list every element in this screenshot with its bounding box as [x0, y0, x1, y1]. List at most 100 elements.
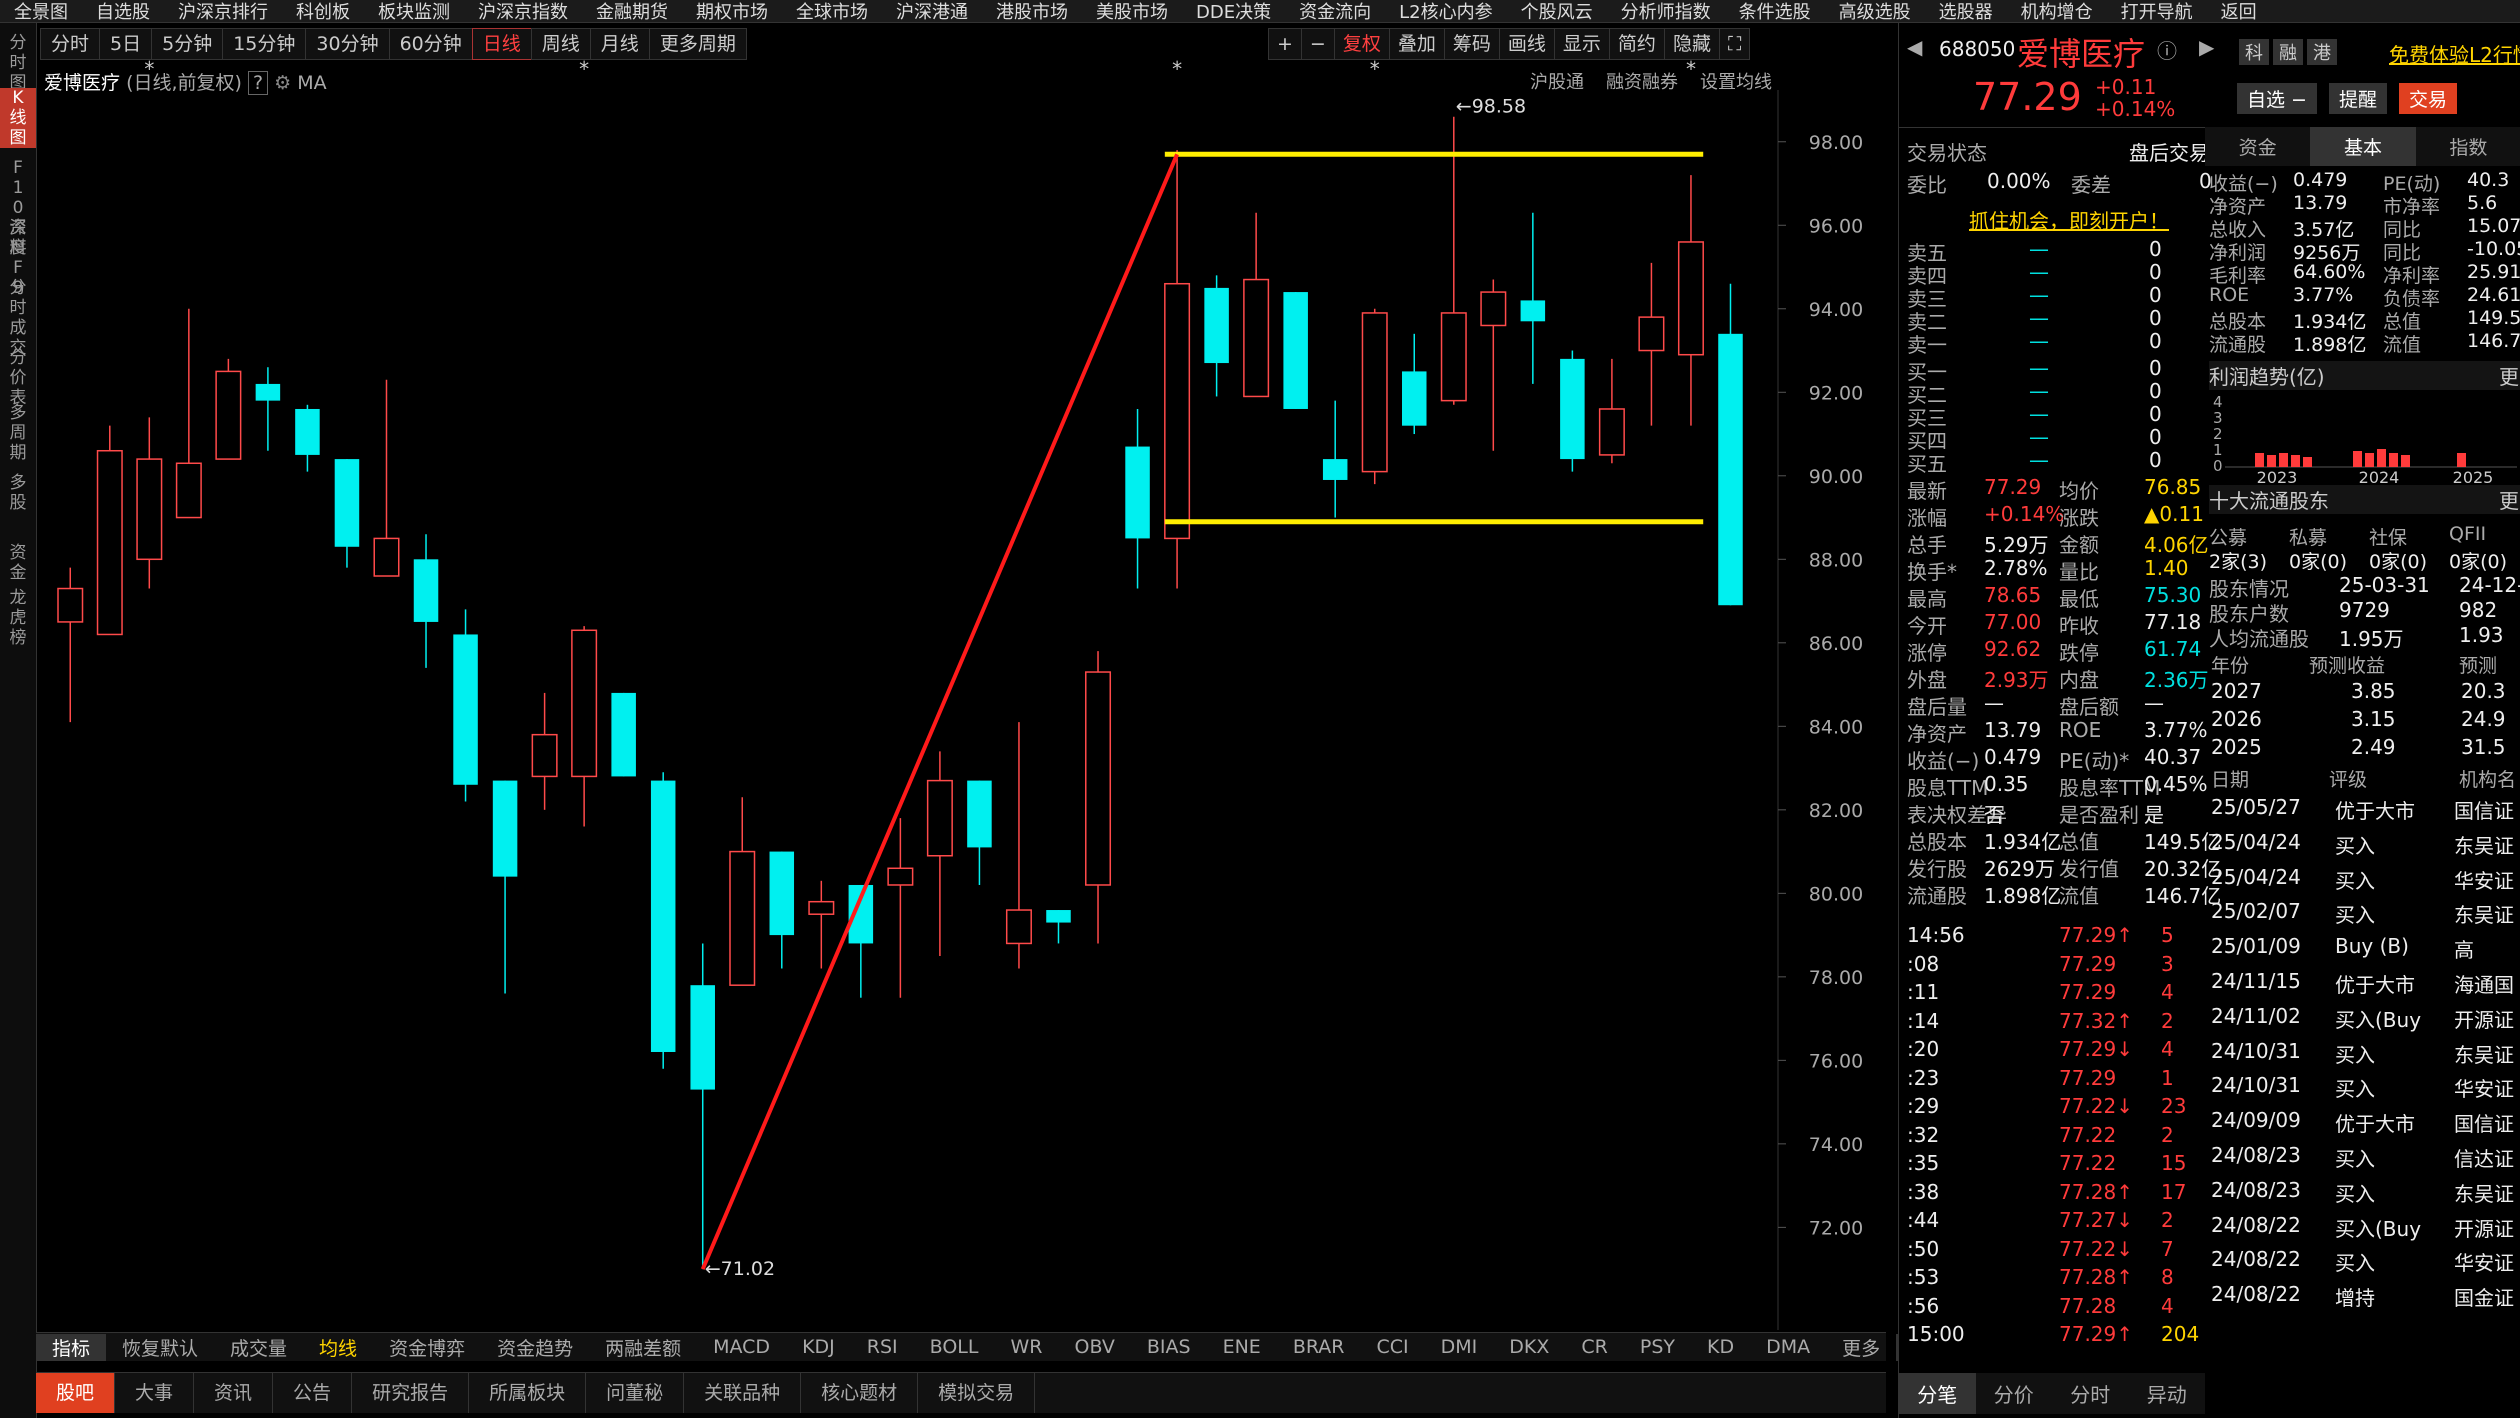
period-2[interactable]: 5分钟	[151, 28, 224, 60]
period-9[interactable]: 更多周期	[648, 28, 747, 60]
top-menu-item-3[interactable]: 科创板	[282, 0, 364, 24]
period-8[interactable]: 月线	[589, 28, 650, 60]
indicator-tab-17[interactable]: DMI	[1425, 1336, 1494, 1358]
fund-tab-2[interactable]: 指数	[2415, 127, 2520, 166]
top-menu-item-13[interactable]: 资金流向	[1285, 0, 1385, 24]
period-0[interactable]: 分时	[40, 28, 101, 60]
left-tab-4[interactable]: 分时成交	[0, 278, 36, 358]
top-menu-item-11[interactable]: 美股市场	[1082, 0, 1182, 24]
open-account-link[interactable]: 抓住机会，即刻开户！	[1969, 205, 2169, 234]
top-menu-item-6[interactable]: 金融期货	[582, 0, 682, 24]
toolbar-btn-3[interactable]: 叠加	[1388, 28, 1445, 60]
indicator-tab-7[interactable]: MACD	[697, 1336, 786, 1358]
info-tab-1[interactable]: 大事	[115, 1373, 195, 1413]
toolbar-btn-7[interactable]: 简约	[1608, 28, 1665, 60]
tick-tab-3[interactable]: 异动	[2128, 1373, 2205, 1414]
top-menu-item-16[interactable]: 分析师指数	[1607, 0, 1725, 24]
indicator-tab-18[interactable]: DKX	[1493, 1336, 1565, 1358]
tick-tab-2[interactable]: 分时	[2052, 1373, 2129, 1414]
left-tab-5[interactable]: 分价表	[0, 348, 36, 408]
info-tab-5[interactable]: 所属板块	[469, 1373, 587, 1413]
top-menu-item-20[interactable]: 机构增仓	[2007, 0, 2107, 24]
top-menu-item-0[interactable]: 全景图	[0, 0, 82, 24]
period-7[interactable]: 周线	[530, 28, 591, 60]
profit-more-link[interactable]: 更	[2499, 361, 2519, 390]
toolbar-btn-2[interactable]: 复权	[1333, 28, 1390, 60]
indicator-tab-20[interactable]: PSY	[1624, 1336, 1691, 1358]
left-tab-9[interactable]: 龙虎榜	[0, 588, 36, 648]
top-menu-item-9[interactable]: 沪深港通	[882, 0, 982, 24]
promo-link[interactable]: 免费体验L2行情	[2389, 39, 2520, 68]
info-tab-6[interactable]: 问董秘	[586, 1373, 685, 1413]
holders-more-link[interactable]: 更	[2499, 485, 2519, 514]
indicator-tab-8[interactable]: KDJ	[786, 1336, 851, 1358]
toolbar-btn-5[interactable]: 画线	[1498, 28, 1555, 60]
left-tab-6[interactable]: 多周期	[0, 403, 36, 463]
panel-btn-1[interactable]: 提醒	[2328, 83, 2387, 114]
top-menu-item-2[interactable]: 沪深京排行	[164, 0, 282, 24]
top-menu-item-22[interactable]: 返回	[2207, 0, 2271, 24]
top-menu-item-5[interactable]: 沪深京指数	[464, 0, 582, 24]
top-menu-item-21[interactable]: 打开导航	[2107, 0, 2207, 24]
info-tab-0[interactable]: 股吧	[36, 1373, 116, 1413]
info-tab-2[interactable]: 资讯	[194, 1373, 274, 1413]
indicator-tab-13[interactable]: BIAS	[1131, 1336, 1207, 1358]
indicator-tab-2[interactable]: 成交量	[214, 1334, 303, 1361]
top-menu-item-1[interactable]: 自选股	[82, 0, 164, 24]
period-4[interactable]: 30分钟	[305, 28, 390, 60]
left-tab-1[interactable]: K线图	[0, 88, 36, 148]
info-tab-3[interactable]: 公告	[273, 1373, 353, 1413]
top-menu-item-18[interactable]: 高级选股	[1825, 0, 1925, 24]
indicator-tab-6[interactable]: 两融差额	[589, 1334, 697, 1361]
info-tab-4[interactable]: 研究报告	[352, 1373, 470, 1413]
top-menu-item-4[interactable]: 板块监测	[364, 0, 464, 24]
info-tab-7[interactable]: 关联品种	[684, 1373, 802, 1413]
top-menu-item-7[interactable]: 期权市场	[682, 0, 782, 24]
info-icon[interactable]: ⓘ	[2157, 35, 2177, 64]
indicator-tab-14[interactable]: ENE	[1207, 1336, 1277, 1358]
toolbar-btn-4[interactable]: 筹码	[1443, 28, 1500, 60]
toolbar-btn-6[interactable]: 显示	[1553, 28, 1610, 60]
prev-stock-icon[interactable]: ◀	[1907, 35, 1922, 59]
left-tab-8[interactable]: 资金	[0, 543, 36, 583]
indicator-tab-12[interactable]: OBV	[1058, 1336, 1130, 1358]
period-6[interactable]: 日线	[471, 28, 532, 60]
period-5[interactable]: 60分钟	[388, 28, 473, 60]
toolbar-btn-8[interactable]: 隐藏	[1663, 28, 1720, 60]
tick-tab-0[interactable]: 分笔	[1899, 1373, 1976, 1414]
top-menu-item-8[interactable]: 全球市场	[782, 0, 882, 24]
indicator-tab-16[interactable]: CCI	[1361, 1336, 1425, 1358]
top-menu-item-15[interactable]: 个股风云	[1507, 0, 1607, 24]
next-stock-icon[interactable]: ▶	[2199, 35, 2214, 59]
fund-tab-0[interactable]: 资金	[2205, 127, 2311, 166]
indicator-tab-4[interactable]: 资金博弈	[373, 1334, 481, 1361]
top-menu-item-10[interactable]: 港股市场	[982, 0, 1082, 24]
info-tab-9[interactable]: 模拟交易	[918, 1373, 1036, 1413]
top-menu-item-14[interactable]: L2核心内参	[1385, 0, 1506, 24]
top-menu-item-12[interactable]: DDE决策	[1182, 0, 1285, 24]
indicator-tab-15[interactable]: BRAR	[1277, 1336, 1361, 1358]
fund-tab-1[interactable]: 基本	[2310, 127, 2416, 166]
indicator-tab-0[interactable]: 指标	[36, 1333, 107, 1361]
panel-btn-0[interactable]: 自选 −	[2237, 83, 2317, 114]
left-tab-7[interactable]: 多股	[0, 473, 36, 513]
tick-tab-1[interactable]: 分价	[1975, 1373, 2052, 1414]
indicator-tab-21[interactable]: KD	[1691, 1336, 1750, 1358]
indicator-tab-1[interactable]: 恢复默认	[106, 1334, 214, 1361]
top-menu-item-17[interactable]: 条件选股	[1725, 0, 1825, 24]
kline-chart[interactable]: ←98.58 ←71.02 * * * * * 98.00 96.00 94.00 92.00 90…	[38, 57, 1888, 1330]
indicator-tab-5[interactable]: 资金趋势	[481, 1334, 589, 1361]
info-tab-8[interactable]: 核心题材	[801, 1373, 919, 1413]
indicator-tab-3[interactable]: 均线	[303, 1334, 373, 1361]
indicator-tab-23[interactable]: 更多	[1826, 1334, 1896, 1361]
indicator-tab-19[interactable]: CR	[1565, 1336, 1623, 1358]
indicator-tab-9[interactable]: RSI	[851, 1336, 914, 1358]
panel-btn-2[interactable]: 交易	[2398, 83, 2457, 114]
period-3[interactable]: 15分钟	[222, 28, 307, 60]
toolbar-btn-0[interactable]: +	[1268, 28, 1302, 60]
fullscreen-icon[interactable]: ⛶	[1718, 28, 1751, 60]
toolbar-btn-1[interactable]: −	[1300, 28, 1335, 60]
indicator-tab-22[interactable]: DMA	[1750, 1336, 1826, 1358]
indicator-tab-11[interactable]: WR	[994, 1336, 1058, 1358]
indicator-tab-10[interactable]: BOLL	[914, 1336, 995, 1358]
